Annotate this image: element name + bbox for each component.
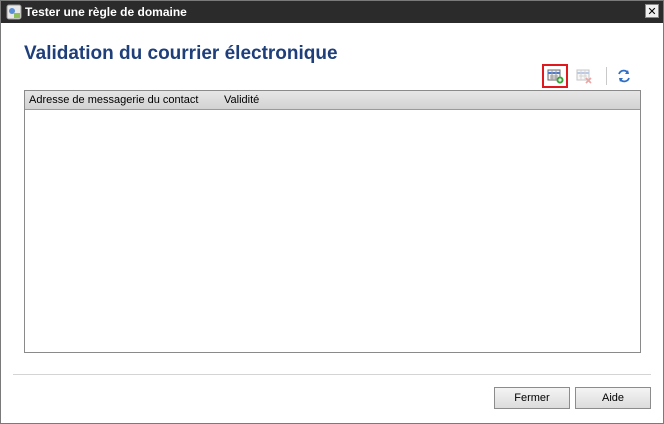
app-icon: [6, 4, 22, 20]
refresh-button[interactable]: [613, 66, 639, 90]
title-bar: Tester une règle de domaine ✕: [1, 1, 663, 23]
help-button[interactable]: Aide: [575, 387, 651, 409]
dialog-window: Tester une règle de domaine ✕ Validation…: [0, 0, 664, 424]
toolbar-separator: [606, 67, 607, 85]
column-header-email[interactable]: Adresse de messagerie du contact: [29, 93, 198, 107]
new-item-icon: [547, 69, 564, 84]
delete-button[interactable]: [573, 66, 599, 90]
delete-icon: [576, 69, 592, 84]
page-title: Validation du courrier électronique: [24, 43, 338, 64]
window-close-button[interactable]: ✕: [645, 4, 659, 18]
close-button[interactable]: Fermer: [494, 387, 570, 409]
results-grid[interactable]: Adresse de messagerie du contact Validit…: [24, 90, 641, 353]
column-header-validity[interactable]: Validité: [224, 93, 259, 107]
footer-divider: [13, 374, 651, 375]
window-title: Tester une règle de domaine: [25, 5, 187, 19]
new-item-button[interactable]: [542, 64, 568, 88]
grid-header: Adresse de messagerie du contact Validit…: [25, 91, 640, 110]
refresh-icon: [618, 69, 630, 83]
